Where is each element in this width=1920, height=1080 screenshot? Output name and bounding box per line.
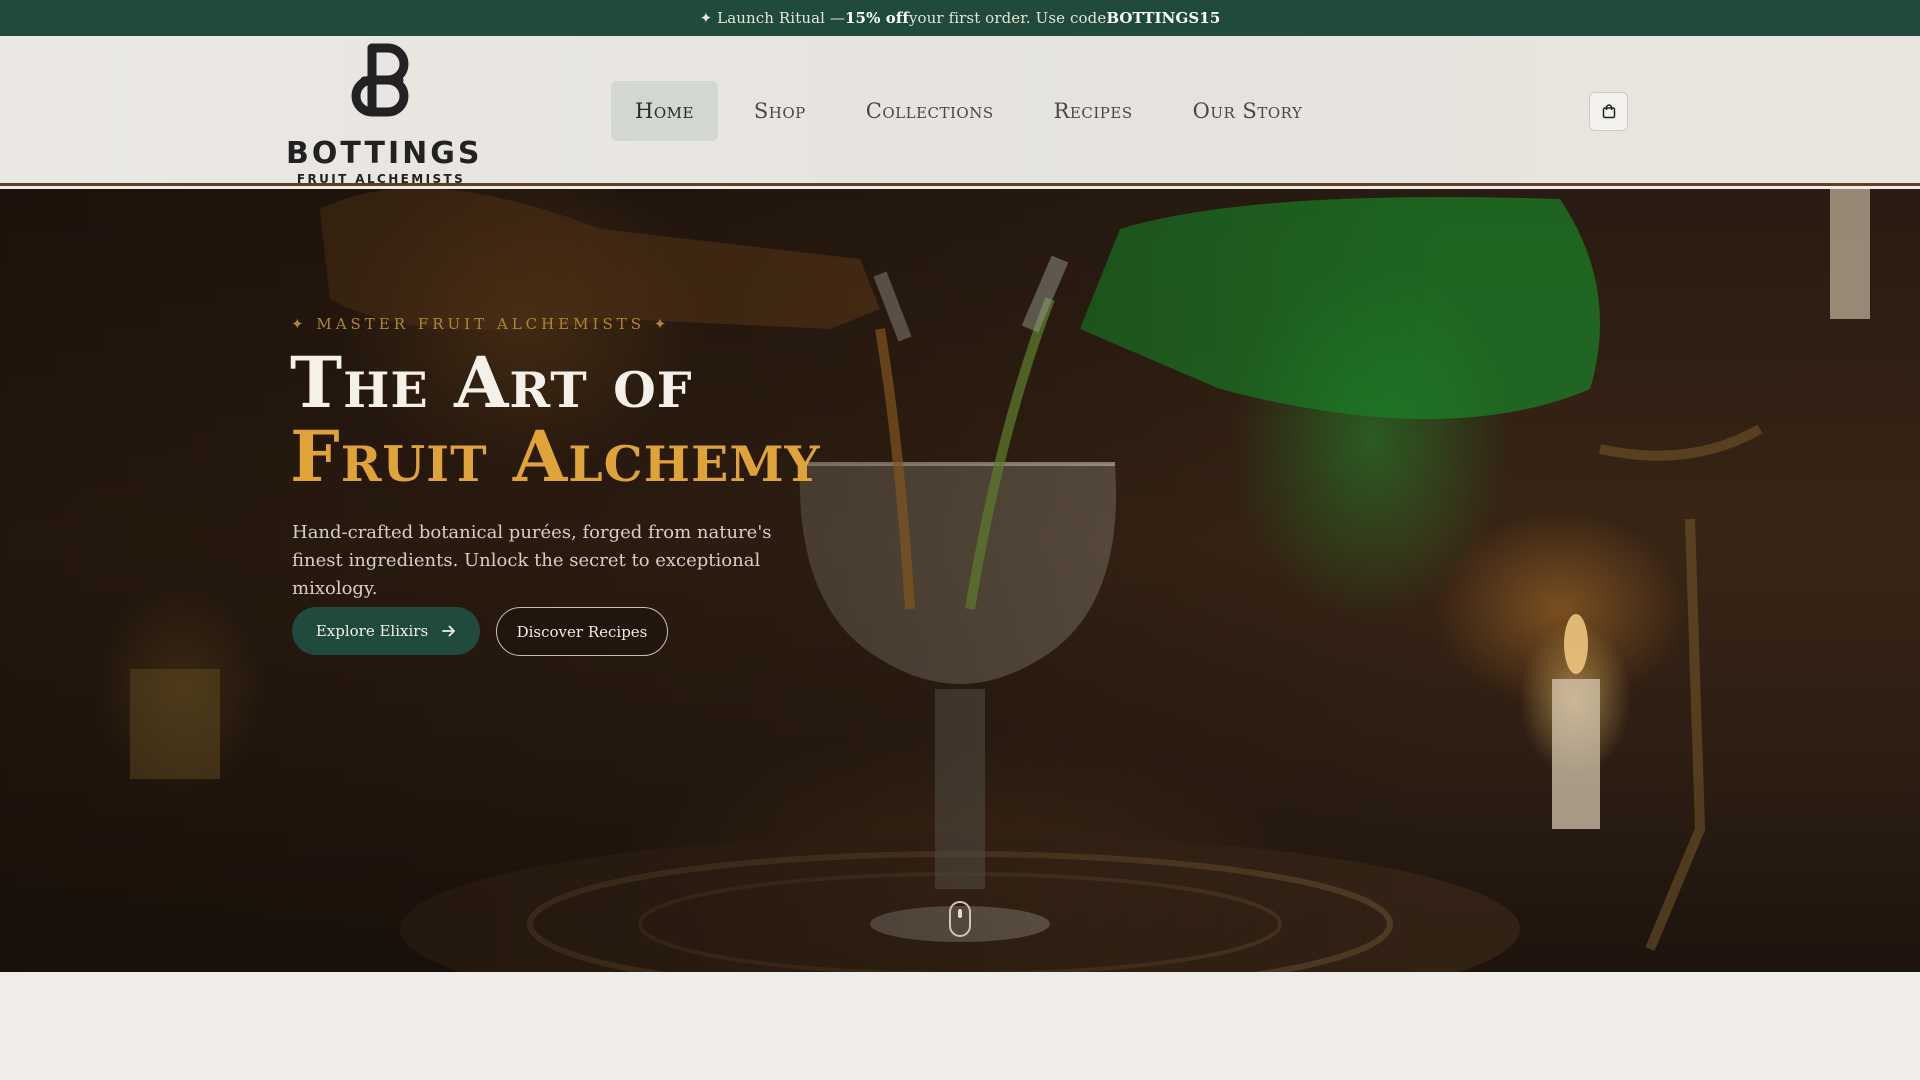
- nav-item-collections[interactable]: Collections: [842, 81, 1018, 141]
- promo-code: BOTTINGS15: [1106, 9, 1221, 27]
- hero-section: ✦ MASTER FRUIT ALCHEMISTS ✦ The Art of F…: [0, 189, 1920, 972]
- brand-logo[interactable]: BOTTINGS FRUIT ALCHEMISTS: [286, 40, 483, 186]
- promo-offer: 15% off: [845, 9, 909, 27]
- promo-text-before: ✦ Launch Ritual —: [699, 9, 845, 27]
- explore-elixirs-label: Explore Elixirs: [315, 622, 429, 640]
- site-header: BOTTINGS FRUIT ALCHEMISTS Home Shop Coll…: [0, 36, 1920, 186]
- cart-button[interactable]: [1589, 92, 1628, 131]
- promo-text-middle: your first order. Use code: [908, 9, 1107, 27]
- arrow-right-icon: [442, 625, 456, 637]
- logo-mark-icon: [351, 43, 409, 117]
- logo-tagline: FRUIT ALCHEMISTS: [296, 172, 466, 186]
- scroll-wheel: [958, 909, 962, 918]
- mouse-scroll-icon[interactable]: [949, 901, 971, 937]
- nav-item-recipes[interactable]: Recipes: [1030, 81, 1157, 141]
- shopping-bag-icon: [1602, 104, 1615, 119]
- explore-elixirs-button[interactable]: Explore Elixirs: [292, 607, 480, 655]
- discover-recipes-button[interactable]: Discover Recipes: [496, 607, 668, 656]
- hero-eyebrow: ✦ MASTER FRUIT ALCHEMISTS ✦: [291, 315, 671, 333]
- logo-wordmark: BOTTINGS: [286, 136, 483, 171]
- nav-item-shop[interactable]: Shop: [730, 81, 830, 141]
- main-nav: Home Shop Collections Recipes Our Story: [611, 81, 1338, 141]
- hero-title-line2: Fruit Alchemy: [290, 415, 821, 498]
- hero-overlay: [0, 189, 1920, 972]
- announcement-bar: ✦ Launch Ritual — 15% off your first ord…: [0, 0, 1920, 36]
- next-section: [0, 972, 1920, 1080]
- nav-item-our-story[interactable]: Our Story: [1169, 81, 1327, 141]
- hero-description: Hand-crafted botanical purées, forged fr…: [292, 522, 772, 599]
- hero-title-line1: The Art of: [290, 341, 693, 424]
- nav-item-home[interactable]: Home: [611, 81, 718, 141]
